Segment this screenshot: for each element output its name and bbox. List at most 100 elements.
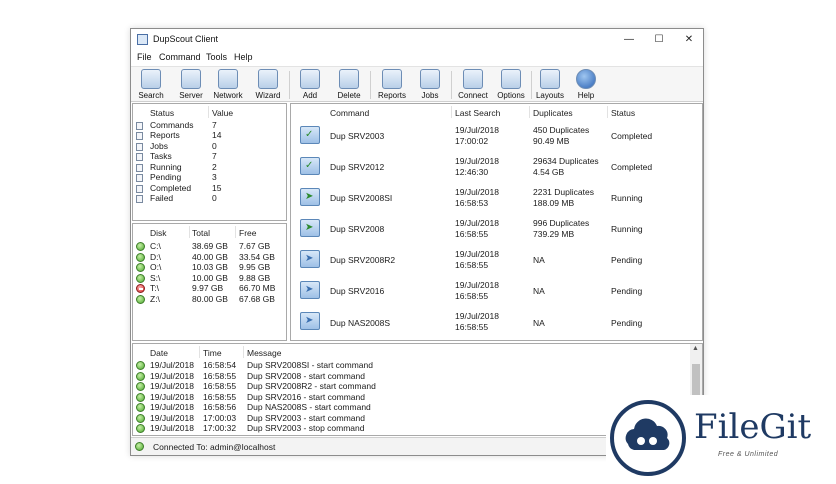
stats-value: 7 xyxy=(212,120,217,130)
network-icon xyxy=(218,69,238,89)
log-header-time: Time xyxy=(203,348,222,358)
disk-name: Z:\ xyxy=(150,294,160,304)
commands-panel: Command Last Search Duplicates Status ✓ … xyxy=(290,103,703,341)
menu-command[interactable]: Command xyxy=(159,52,201,62)
toolbar-separator xyxy=(451,71,452,99)
last-search-date: 19/Jul/2018 xyxy=(455,125,499,135)
duplicates-size: 4.54 GB xyxy=(533,167,565,177)
delete-icon xyxy=(339,69,359,89)
delete-label: Delete xyxy=(337,91,361,100)
server-icon xyxy=(181,69,201,89)
document-icon xyxy=(136,122,143,130)
log-header-message: Message xyxy=(247,348,282,358)
close-button[interactable]: ✕ xyxy=(675,31,703,49)
last-search-time: 16:58:55 xyxy=(455,291,489,301)
stats-label: Completed xyxy=(150,183,192,193)
last-search-time: 16:58:55 xyxy=(455,322,489,332)
stats-label: Failed xyxy=(150,193,174,203)
options-button[interactable]: Options xyxy=(494,69,528,101)
scroll-up-arrow-icon[interactable]: ▲ xyxy=(692,345,699,352)
log-ok-icon xyxy=(136,424,145,433)
stats-value: 0 xyxy=(212,141,217,151)
command-name: Dup SRV2016 xyxy=(330,286,385,296)
last-search-time: 16:58:55 xyxy=(455,229,489,239)
duplicates-count: NA xyxy=(533,286,545,296)
reports-label: Reports xyxy=(377,91,406,100)
app-window: DupScout Client — ☐ ✕ File Command Tools… xyxy=(130,28,704,456)
last-search-date: 19/Jul/2018 xyxy=(455,218,499,228)
stats-header-value: Value xyxy=(212,108,234,118)
column-divider xyxy=(529,106,530,118)
layouts-label: Layouts xyxy=(535,91,565,100)
log-message: Dup NAS2008S - start command xyxy=(247,402,371,412)
add-button[interactable]: Add xyxy=(294,69,326,101)
column-divider xyxy=(451,106,452,118)
help-button[interactable]: Help xyxy=(571,69,601,101)
jobs-button[interactable]: Jobs xyxy=(415,69,445,101)
log-date: 19/Jul/2018 xyxy=(150,423,194,433)
log-date: 19/Jul/2018 xyxy=(150,381,194,391)
wizard-button[interactable]: Wizard xyxy=(252,69,284,101)
disk-header-free: Free xyxy=(239,228,257,238)
command-status: Running xyxy=(611,224,643,234)
disk-total: 9.97 GB xyxy=(192,283,224,293)
log-ok-icon xyxy=(136,372,145,381)
watermark-name: FileGit xyxy=(694,407,812,447)
command-name: Dup NAS2008S xyxy=(330,318,391,328)
reports-icon xyxy=(382,69,402,89)
menu-help[interactable]: Help xyxy=(234,52,253,62)
search-button[interactable]: Search xyxy=(135,69,167,101)
cloud-icon xyxy=(625,418,670,450)
column-divider xyxy=(208,106,209,118)
log-time: 16:58:55 xyxy=(203,371,237,381)
last-search-time: 12:46:30 xyxy=(455,167,489,177)
log-message: Dup SRV2008 - start command xyxy=(247,371,365,381)
command-status: Completed xyxy=(611,162,653,172)
log-ok-icon xyxy=(136,403,145,412)
command-status: Completed xyxy=(611,131,653,141)
disk-ok-icon xyxy=(136,263,145,272)
pending-job-icon: ➤ xyxy=(300,312,320,330)
document-icon xyxy=(136,174,143,182)
layouts-icon xyxy=(540,69,560,89)
completed-job-icon: ✓ xyxy=(300,126,320,144)
window-title: DupScout Client xyxy=(153,34,219,44)
column-divider xyxy=(235,226,236,238)
duplicates-size: 739.29 MB xyxy=(533,229,575,239)
toolbar-separator xyxy=(370,71,371,99)
stats-value: 3 xyxy=(212,172,217,182)
minimize-button[interactable]: — xyxy=(615,31,643,49)
command-status: Pending xyxy=(611,318,643,328)
wizard-icon xyxy=(258,69,278,89)
commands-header-last-search: Last Search xyxy=(455,108,501,118)
disk-error-icon xyxy=(136,284,145,293)
duplicates-size: 90.49 MB xyxy=(533,136,570,146)
log-time: 17:00:03 xyxy=(203,413,237,423)
connect-label: Connect xyxy=(458,91,488,100)
options-label: Options xyxy=(497,91,525,100)
last-search-time: 17:00:02 xyxy=(455,136,489,146)
delete-button[interactable]: Delete xyxy=(333,69,365,101)
toolbar-separator xyxy=(289,71,290,99)
duplicates-count: 996 Duplicates xyxy=(533,218,590,228)
stats-value: 2 xyxy=(212,162,217,172)
stats-label: Commands xyxy=(150,120,194,130)
log-message: Dup SRV2008R2 - start command xyxy=(247,381,376,391)
commands-header-status: Status xyxy=(611,108,636,118)
layouts-button[interactable]: Layouts xyxy=(533,69,567,101)
menu-file[interactable]: File xyxy=(137,52,152,62)
disk-free: 7.67 GB xyxy=(239,241,271,251)
maximize-button[interactable]: ☐ xyxy=(645,31,673,49)
menu-tools[interactable]: Tools xyxy=(206,52,227,62)
column-divider xyxy=(189,226,190,238)
connect-button[interactable]: Connect xyxy=(456,69,490,101)
stats-value: 0 xyxy=(212,193,217,203)
network-button[interactable]: Network xyxy=(211,69,245,101)
command-name: Dup SRV2008 xyxy=(330,224,385,234)
log-date: 19/Jul/2018 xyxy=(150,392,194,402)
server-button[interactable]: Server xyxy=(175,69,207,101)
log-ok-icon xyxy=(136,382,145,391)
command-status: Pending xyxy=(611,286,643,296)
log-time: 16:58:56 xyxy=(203,402,237,412)
reports-button[interactable]: Reports xyxy=(375,69,409,101)
